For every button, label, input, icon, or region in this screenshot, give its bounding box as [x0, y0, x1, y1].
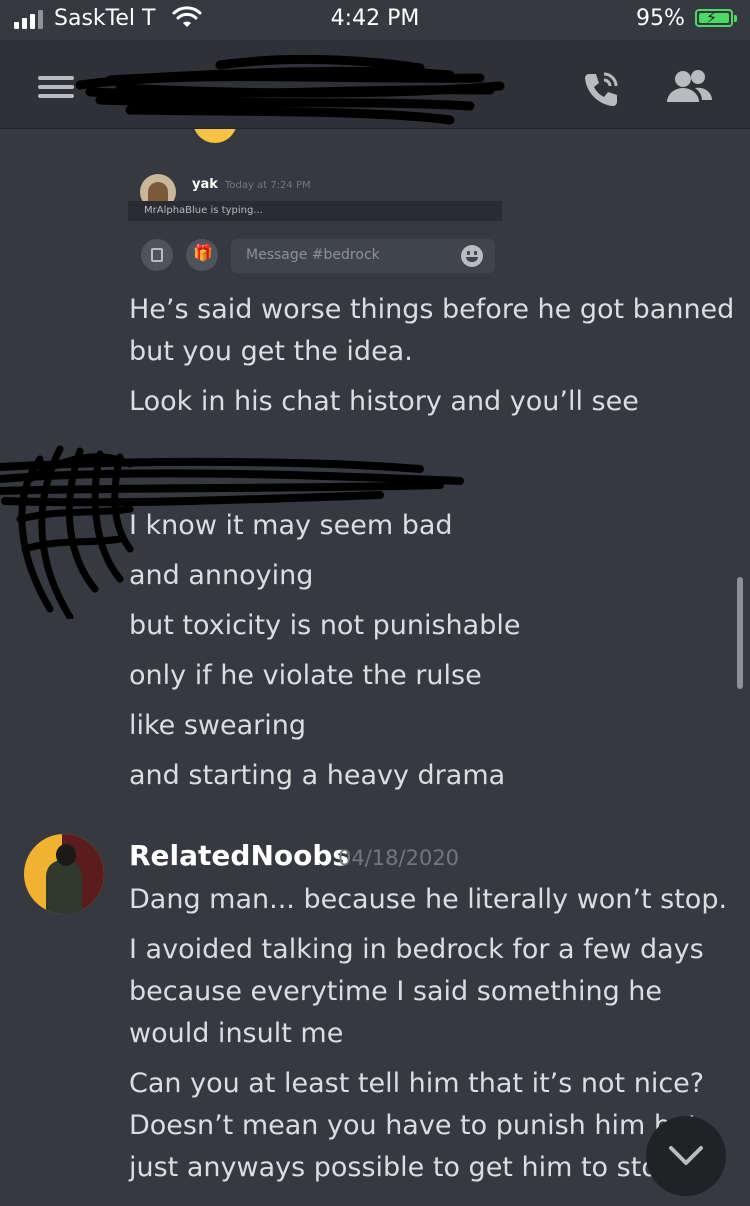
- embedded-typing-indicator: MrAlphaBlue is typing...: [144, 205, 263, 216]
- message-line: Can you at least tell him that it’s not …: [129, 1068, 705, 1099]
- embedded-input-placeholder: Message #bedrock: [246, 247, 380, 263]
- message-line: because everytime I said something he: [129, 976, 663, 1007]
- gift-icon: [186, 239, 218, 271]
- embedded-timestamp: Today at 7:24 PM: [225, 180, 311, 191]
- members-icon[interactable]: [665, 68, 713, 106]
- message-line: but you get the idea.: [129, 336, 413, 367]
- call-icon[interactable]: [580, 68, 622, 110]
- avatar[interactable]: [24, 834, 104, 914]
- message-line: I avoided talking in bedrock for a few d…: [129, 934, 704, 965]
- redacted-channel-name: [75, 54, 505, 125]
- message-line: and annoying: [129, 560, 314, 591]
- chevron-down-icon: [669, 1146, 703, 1165]
- message-line: only if he violate the rulse: [129, 660, 482, 691]
- jump-to-bottom-button[interactable]: [646, 1116, 726, 1196]
- battery-icon: ⚡: [695, 8, 737, 27]
- message-line: I know it may seem bad: [129, 510, 453, 541]
- message-line: Dang man... because he literally won’t s…: [129, 884, 728, 915]
- hamburger-menu-icon[interactable]: [38, 76, 74, 98]
- scrollbar[interactable]: [737, 577, 743, 689]
- embedded-screenshot-image[interactable]: yak Today at 7:24 PM MrAlphaBlue is typi…: [128, 169, 508, 289]
- status-bar: SaskTel T 4:42 PM 95% ⚡: [0, 0, 750, 40]
- message-line: would insult me: [129, 1018, 344, 1049]
- message-line: He’s said worse things before he got ban…: [129, 294, 735, 325]
- message-list[interactable]: yak Today at 7:24 PM MrAlphaBlue is typi…: [0, 129, 750, 1206]
- battery-percent: 95%: [636, 6, 685, 31]
- channel-header: [0, 40, 750, 129]
- image-upload-icon: [141, 239, 173, 271]
- message-line: Look in his chat history and you’ll see: [129, 386, 639, 417]
- embedded-username: yak: [192, 177, 218, 192]
- message-date: 04/18/2020: [338, 846, 460, 870]
- emoji-picker-icon: [461, 245, 483, 267]
- message-line: like swearing: [129, 710, 307, 741]
- author-username[interactable]: RelatedNoobs: [129, 839, 349, 872]
- message-line: but toxicity is not punishable: [129, 610, 521, 641]
- message-line: Doesn’t mean you have to punish him but: [129, 1110, 699, 1141]
- smiling-emoji-icon: [193, 129, 237, 145]
- message-line: and starting a heavy drama: [129, 760, 506, 791]
- message-line: just anyways possible to get him to stop: [129, 1152, 675, 1183]
